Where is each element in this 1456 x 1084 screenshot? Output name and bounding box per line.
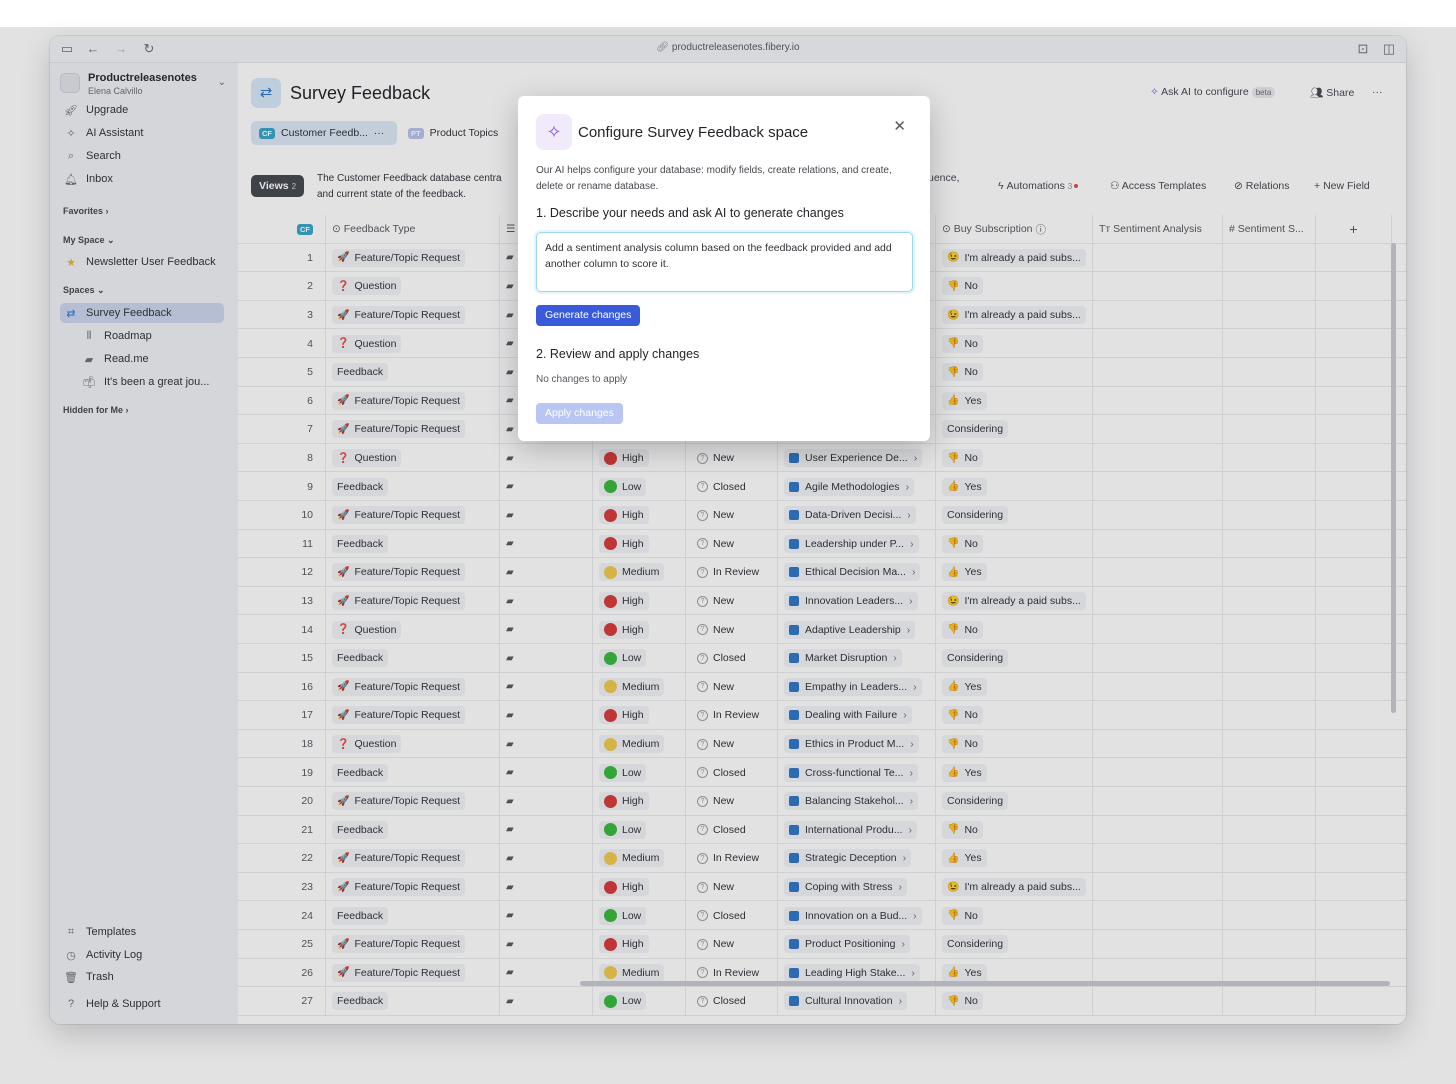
configure-space-modal: ✧ Configure Survey Feedback space ✕ Our … bbox=[518, 96, 930, 441]
no-changes-text: No changes to apply bbox=[536, 374, 628, 385]
close-icon[interactable]: ✕ bbox=[893, 117, 906, 135]
apply-changes-button[interactable]: Apply changes bbox=[536, 403, 623, 424]
modal-title: Configure Survey Feedback space bbox=[578, 124, 809, 141]
sparkle-icon: ✧ bbox=[536, 114, 572, 150]
step-1-heading: 1. Describe your needs and ask AI to gen… bbox=[536, 206, 844, 220]
generate-changes-button[interactable]: Generate changes bbox=[536, 305, 641, 326]
step-2-heading: 2. Review and apply changes bbox=[536, 347, 700, 361]
prompt-textarea[interactable]: Add a sentiment analysis column based on… bbox=[536, 232, 913, 292]
modal-description: Our AI helps configure your database: mo… bbox=[536, 165, 892, 192]
